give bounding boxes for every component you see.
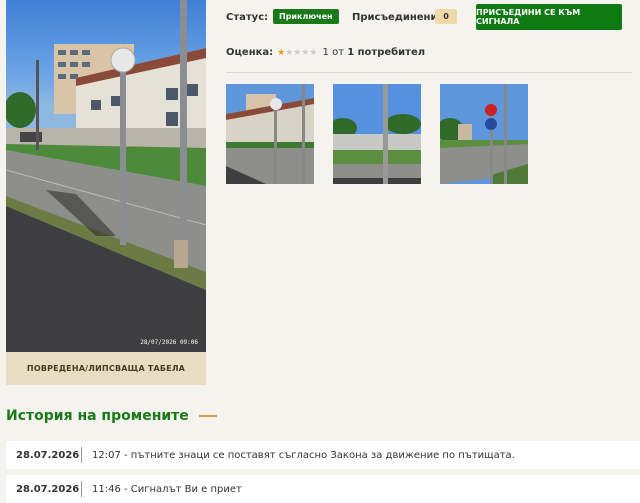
photo-caption: ПОВРЕДЕНА/ЛИПСВАЩА ТАБЕЛА <box>6 352 206 385</box>
history-title: История на промените <box>6 408 217 424</box>
rating-text: 1 от <box>322 47 345 58</box>
rating-label: Оценка: <box>226 47 274 58</box>
joined-label: Присъединени: <box>352 12 442 23</box>
joined-count-badge: 0 <box>435 9 457 24</box>
status-badge: Приключен <box>273 9 339 24</box>
history-title-text: История на промените <box>6 408 189 424</box>
thumbnail-1[interactable] <box>226 84 314 184</box>
rating-stars: ★ ★ ★ ★ ★ <box>277 48 317 58</box>
star-icon-filled: ★ <box>277 47 286 58</box>
rating: Оценка: ★ ★ ★ ★ ★ 1 от 1 потребител <box>226 47 425 58</box>
thumbnail-3[interactable] <box>440 84 528 184</box>
photo-date-stamp: 28/07/2026 09:06 <box>140 339 198 346</box>
main-photo[interactable]: 28/07/2026 09:06 <box>6 0 206 352</box>
history-entry-date: 28.07.2026 <box>16 449 80 461</box>
star-icon-empty: ★ <box>293 47 302 58</box>
divider <box>226 72 632 73</box>
history-entry-date: 28.07.2026 <box>16 483 80 495</box>
star-icon-empty: ★ <box>285 47 294 58</box>
history-entry: 28.07.2026 11:46 - Сигналът Ви е приет <box>6 475 640 503</box>
history-entry: 28.07.2026 12:07 - пътните знаци се пост… <box>6 441 640 469</box>
status-label: Статус: <box>226 12 269 23</box>
history-entry-text: 12:07 - пътните знаци се поставят съглас… <box>92 449 515 461</box>
history-entry-text: 11:46 - Сигналът Ви е приет <box>92 483 242 495</box>
title-dash-decoration <box>198 415 217 417</box>
join-signal-button[interactable]: ПРИСЪЕДИНИ СЕ КЪМ СИГНАЛА <box>476 4 622 30</box>
rating-users: 1 потребител <box>347 47 426 58</box>
status-row: Статус: Приключен Присъединени: 0 ПРИСЪЕ… <box>226 4 628 30</box>
star-icon-empty: ★ <box>309 47 318 58</box>
star-icon-empty: ★ <box>301 47 310 58</box>
history-entry-separator <box>81 447 82 463</box>
thumbnail-2[interactable] <box>333 84 421 184</box>
history-entry-separator <box>81 481 82 497</box>
